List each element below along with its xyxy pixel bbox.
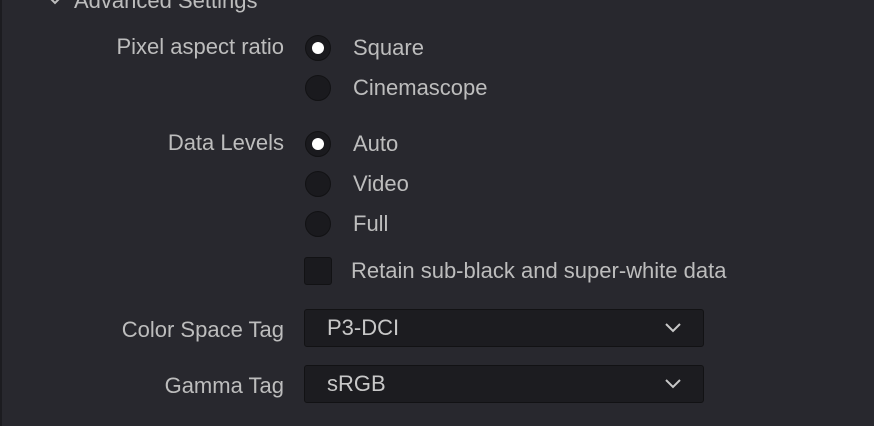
radio-option-full[interactable]: Full — [305, 209, 388, 239]
color-space-tag-value: P3-DCI — [327, 315, 400, 340]
advanced-settings-panel: Advanced Settings Pixel aspect ratio Squ… — [0, 0, 874, 426]
radio-button-full[interactable] — [305, 211, 331, 237]
pixel-aspect-ratio-label: Pixel aspect ratio — [116, 34, 284, 59]
radio-button-cinemascope[interactable] — [305, 75, 331, 101]
retain-data-option[interactable]: Retain sub-black and super-white data — [304, 256, 726, 286]
retain-data-label: Retain sub-black and super-white data — [351, 258, 727, 283]
radio-button-square[interactable] — [305, 35, 331, 61]
radio-label-cinemascope: Cinemascope — [353, 75, 488, 100]
radio-label-square: Square — [353, 35, 424, 60]
chevron-down-icon — [663, 322, 683, 334]
radio-option-cinemascope[interactable]: Cinemascope — [305, 73, 488, 103]
section-title: Advanced Settings — [74, 0, 258, 13]
gamma-tag-value: sRGB — [327, 371, 386, 396]
radio-option-video[interactable]: Video — [305, 169, 409, 199]
advanced-settings-header[interactable]: Advanced Settings — [48, 0, 257, 14]
gamma-tag-dropdown[interactable]: sRGB — [304, 365, 704, 403]
radio-label-auto: Auto — [353, 131, 399, 156]
color-space-tag-dropdown[interactable]: P3-DCI — [304, 309, 704, 347]
retain-data-checkbox[interactable] — [304, 257, 332, 285]
radio-button-video[interactable] — [305, 171, 331, 197]
radio-label-full: Full — [353, 211, 389, 236]
color-space-tag-label: Color Space Tag — [121, 317, 284, 342]
chevron-down-icon — [663, 378, 683, 390]
chevron-down-icon[interactable] — [48, 0, 62, 8]
radio-option-square[interactable]: Square — [305, 33, 424, 63]
panel-left-border — [0, 0, 2, 426]
data-levels-label: Data Levels — [167, 130, 284, 155]
radio-option-auto[interactable]: Auto — [305, 129, 398, 159]
radio-button-auto[interactable] — [305, 131, 331, 157]
gamma-tag-label: Gamma Tag — [164, 373, 284, 398]
radio-label-video: Video — [353, 171, 409, 196]
